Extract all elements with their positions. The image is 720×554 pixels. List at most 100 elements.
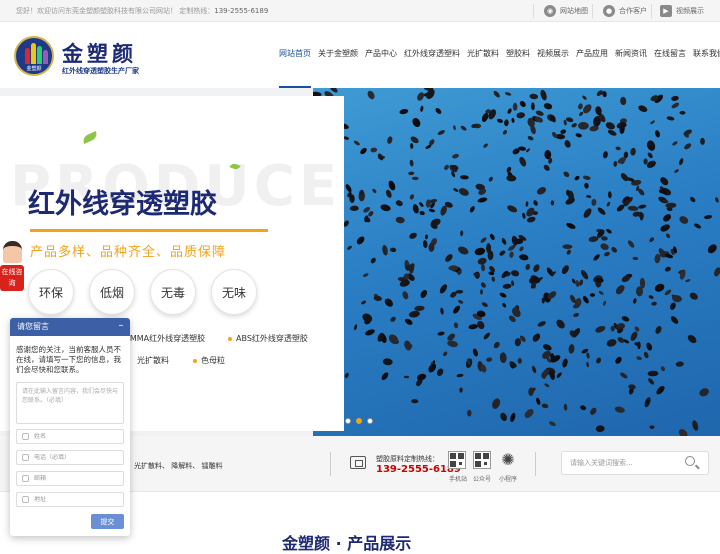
pellet [650,120,655,125]
nav-item[interactable]: 关于金塑颜 [318,46,358,86]
pellet [607,129,617,136]
pellet [453,322,459,329]
pellet [600,243,609,250]
mini-program-icon[interactable]: ✺ [499,451,517,469]
pellet [582,95,587,100]
pellet [387,136,393,144]
category-links[interactable]: 光扩散料、 降解料、 镭雕料 [134,461,222,471]
slider-dot[interactable] [356,418,362,424]
search-button[interactable] [682,454,702,472]
pellet [544,383,550,388]
nav-item[interactable]: 在线留言 [654,46,686,86]
slider-dot[interactable] [345,418,351,424]
hero-product-link[interactable]: ABS红外线穿透塑胶 [228,333,308,344]
pellet [444,164,449,171]
top-link-sitemap[interactable]: ◉ 网站地图 [544,0,588,22]
logo[interactable]: 金塑颜 [14,36,54,76]
pellet [419,202,424,207]
top-phone: 139-2555-6189 [214,7,269,15]
pellet [672,141,678,146]
pellet [666,116,675,121]
pellet [411,176,419,181]
nav-item[interactable]: 联系我们 [693,46,720,86]
address-field-wrap [16,492,124,507]
pellet [525,263,531,271]
hero-product-link[interactable]: PMMA红外线穿透塑胶 [125,333,205,344]
pellet [458,188,469,196]
minimize-icon[interactable]: – [116,321,126,332]
brand-slogan: 红外线穿透塑胶生产厂家 [62,67,139,75]
pellet [533,264,540,273]
pellet [541,403,549,409]
mail-icon [22,475,29,482]
feature-odorless: 无味 [211,269,257,315]
pellet [540,89,547,101]
pellet [590,407,597,415]
message-textarea[interactable] [16,382,124,424]
pellet [647,140,656,151]
pellet [414,305,425,312]
pellet [527,136,534,141]
pellet [566,189,570,196]
pellet [606,201,611,207]
pellet [578,103,583,110]
pellet [347,245,352,250]
address-field[interactable] [29,496,119,503]
pellet [543,103,553,110]
name-field[interactable] [29,433,119,440]
search-input[interactable] [562,452,680,474]
chat-title: 请您留言 [17,322,49,331]
pellet [664,266,671,272]
pellet [628,384,636,390]
nav-item[interactable]: 新闻资讯 [615,46,647,86]
pellet [633,298,637,304]
pellet [491,276,496,282]
pellet [571,123,577,128]
hero-image-pellets [313,88,720,436]
pellet [543,164,550,171]
nav-item[interactable]: 视频展示 [537,46,569,86]
pellet [458,246,469,255]
pellet [453,188,459,192]
pellet [522,212,526,219]
pellet [531,365,537,374]
pellet [507,205,518,213]
email-field[interactable] [29,475,119,482]
submit-button[interactable]: 提交 [91,514,124,529]
pellet [529,93,539,100]
brand-name: 金塑颜 [62,42,137,66]
bullet-icon [228,336,232,341]
chat-header: 请您留言 – [10,318,130,336]
pellet [399,108,409,115]
slider-dot[interactable] [367,418,373,424]
hero-product-link[interactable]: 光扩散料 [137,355,169,366]
pellet [526,216,536,223]
phone-field-wrap [16,450,124,465]
top-link-video[interactable]: ▶ 视频展示 [660,0,704,22]
nav-item[interactable]: 产品应用 [576,46,608,86]
online-consult-float[interactable]: 在线咨询 [0,241,24,291]
nav-item[interactable]: 红外线穿透塑料 [404,46,460,86]
pellet [580,270,589,280]
pellet [422,240,428,249]
nav-item[interactable]: 产品中心 [365,46,397,86]
pellet [417,92,425,101]
pellet [591,198,597,206]
top-link-clients[interactable]: ● 合作客户 [603,0,647,22]
pellet [519,101,526,107]
nav-item[interactable]: 塑胶料 [506,46,530,86]
pellet [519,156,527,167]
pellet [598,291,604,295]
pellet [687,334,697,344]
phone-field[interactable] [29,454,119,461]
hero-product-link[interactable]: 色母粒 [193,355,225,366]
pellet [584,182,589,189]
nav-item[interactable]: 网站首页 [279,46,311,88]
pellet [607,191,612,199]
pellet [593,254,600,261]
pellet [499,292,507,298]
qr-code-icon[interactable] [473,451,491,469]
qr-code-icon[interactable] [448,451,466,469]
nav-item[interactable]: 光扩散料 [467,46,499,86]
pellet [621,316,630,322]
